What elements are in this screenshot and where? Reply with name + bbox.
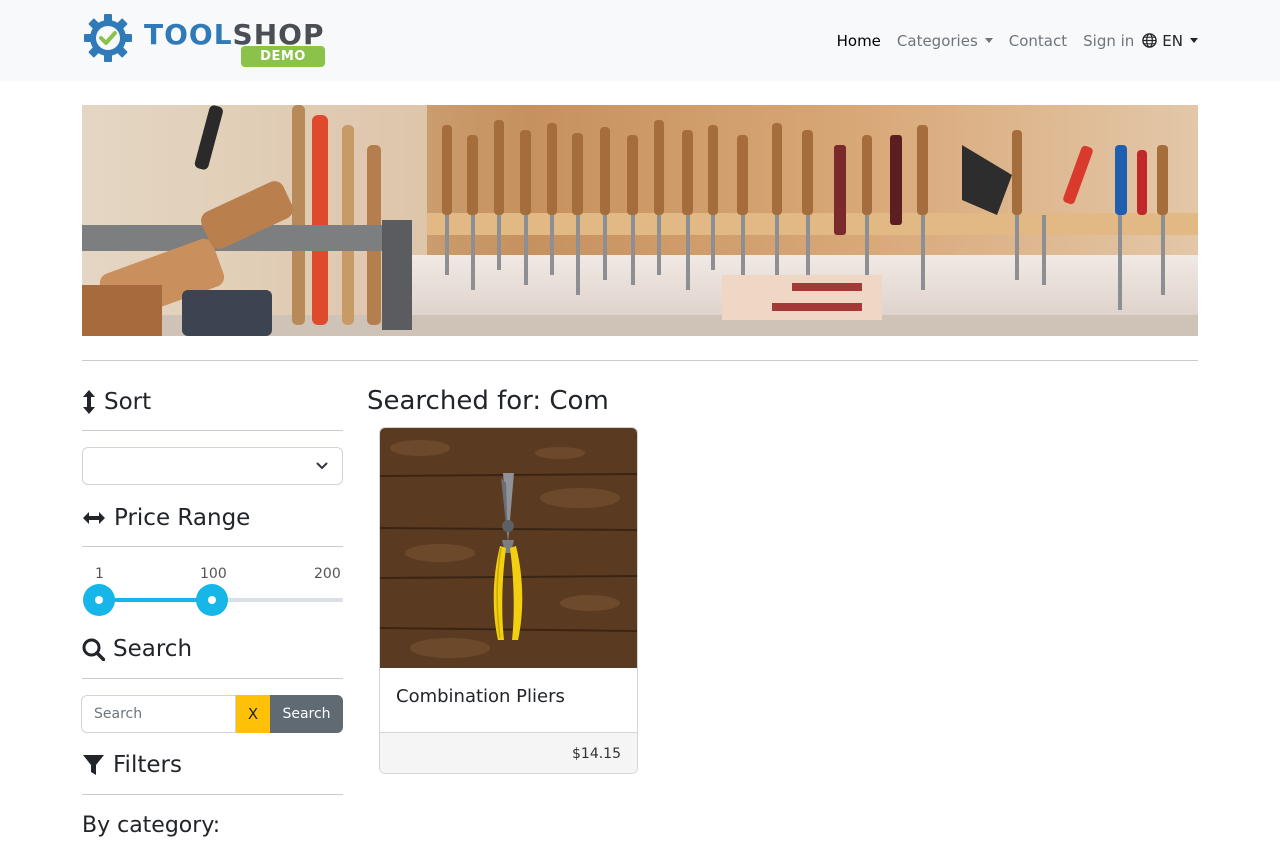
price-min-label: 1 <box>95 566 104 582</box>
brand-demo-badge: DEMO <box>241 46 325 67</box>
magnifier-icon <box>82 638 105 661</box>
search-heading: Search <box>82 633 343 665</box>
product-name: Combination Pliers <box>396 686 565 707</box>
search-heading-label: Search <box>113 636 193 662</box>
filters-divider <box>82 794 343 795</box>
search-results-title: Searched for: Com <box>367 386 609 416</box>
brand-logo[interactable]: TOOLSHOP DEMO <box>82 12 328 68</box>
caret-down-icon <box>984 38 993 43</box>
sort-arrows-icon <box>83 390 95 414</box>
price-range-divider <box>82 546 343 547</box>
search-submit-button[interactable]: Search <box>270 695 343 733</box>
sort-divider <box>82 430 343 431</box>
gear-icon <box>84 14 132 62</box>
chevron-down-icon <box>316 462 328 469</box>
nav-contact[interactable]: Contact <box>1009 32 1067 50</box>
nav-categories-dropdown[interactable]: Categories <box>897 32 993 50</box>
search-input[interactable] <box>81 695 236 733</box>
language-label: EN <box>1162 31 1183 50</box>
search-divider <box>82 678 343 679</box>
by-category-heading: By category: <box>82 813 221 838</box>
sort-select[interactable] <box>82 447 343 485</box>
product-card-footer: $14.15 <box>380 732 637 773</box>
price-slider-fill <box>99 598 213 602</box>
sort-heading: Sort <box>82 386 343 418</box>
nav-categories-label: Categories <box>896 31 978 50</box>
price-range-heading: Price Range <box>82 502 343 534</box>
globe-icon <box>1142 33 1158 48</box>
price-slider-max-handle[interactable] <box>196 584 229 616</box>
price-range-heading-label: Price Range <box>114 505 251 531</box>
tool-wall-illustration <box>82 105 1198 336</box>
filters-heading: Filters <box>82 749 343 781</box>
product-card[interactable]: Combination Pliers $14.15 <box>379 427 638 774</box>
filters-heading-label: Filters <box>113 752 182 778</box>
price-current-label: 100 <box>200 566 227 582</box>
filter-funnel-icon <box>83 755 104 775</box>
hero-banner <box>82 105 1198 336</box>
caret-down-icon <box>1190 38 1198 43</box>
nav-sign-in[interactable]: Sign in <box>1083 32 1134 50</box>
horizontal-arrows-icon <box>83 512 105 524</box>
sort-heading-label: Sort <box>104 389 152 415</box>
section-divider <box>82 360 1198 361</box>
product-image <box>380 428 637 668</box>
nav-menu: Home Categories Contact Sign in EN <box>821 0 1198 81</box>
price-max-label: 200 <box>314 566 341 582</box>
price-slider-min-handle[interactable] <box>83 584 115 616</box>
search-reset-button[interactable]: X <box>236 695 270 733</box>
navbar: TOOLSHOP DEMO Home Categories Contact Si… <box>0 0 1280 81</box>
nav-home[interactable]: Home <box>837 32 881 50</box>
product-price: $14.15 <box>572 746 621 762</box>
search-form: X Search <box>81 695 343 733</box>
language-dropdown[interactable]: EN <box>1142 32 1198 50</box>
brand-word-tool: TOOL <box>144 18 233 51</box>
